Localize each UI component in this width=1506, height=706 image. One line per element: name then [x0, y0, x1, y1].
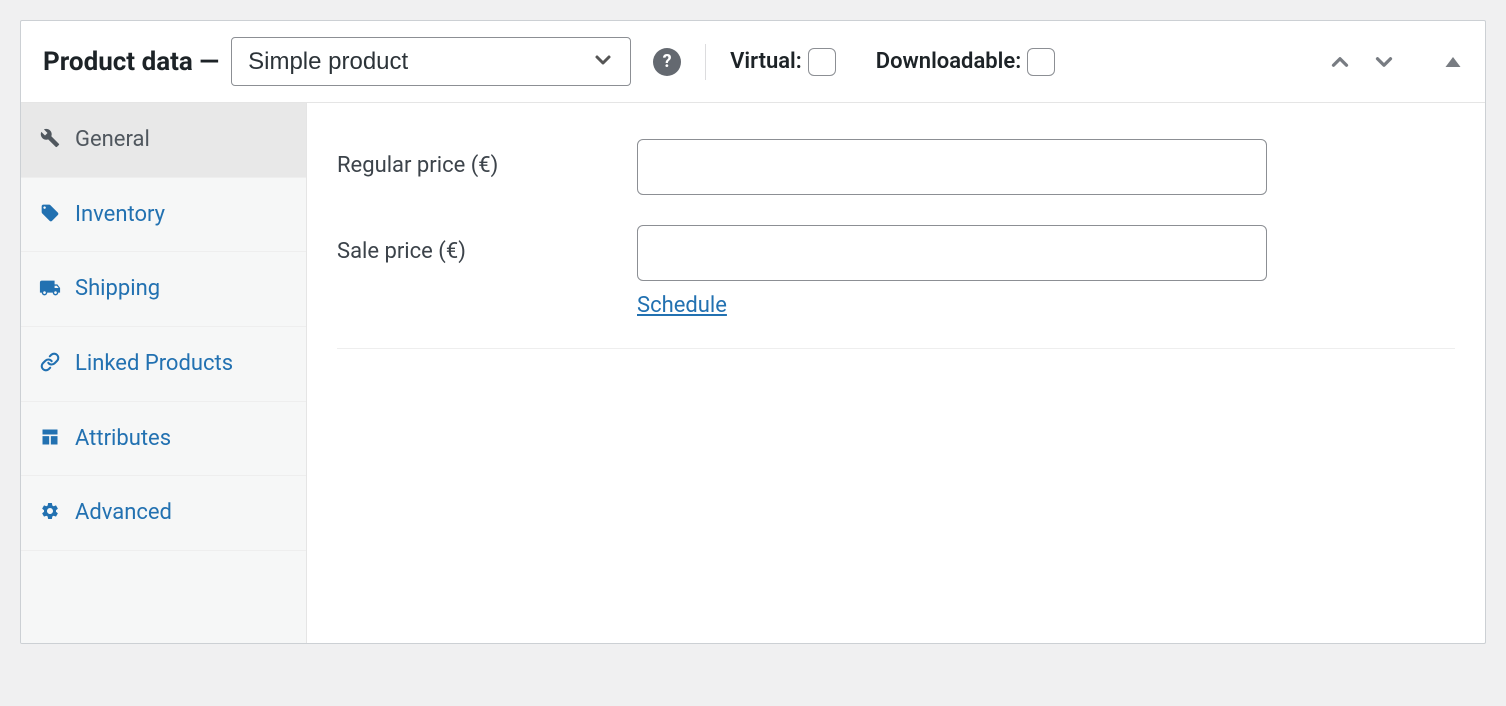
- move-down-icon[interactable]: [1371, 49, 1397, 75]
- content-separator: [337, 348, 1455, 349]
- sale-price-input[interactable]: [637, 225, 1267, 281]
- sidebar-item-linked-products[interactable]: Linked Products: [21, 326, 306, 401]
- sidebar-item-inventory[interactable]: Inventory: [21, 177, 306, 252]
- gear-icon: [39, 501, 61, 521]
- downloadable-checkbox[interactable]: [1027, 48, 1055, 76]
- truck-icon: [39, 277, 61, 299]
- wrench-icon: [39, 128, 61, 148]
- sidebar-item-label: Inventory: [75, 200, 288, 230]
- panel-header: Product data — Simple product ? Virtual:…: [21, 21, 1485, 103]
- panel-title: Product data —: [43, 47, 219, 77]
- sidebar-item-label: Attributes: [75, 424, 288, 454]
- layout-icon: [39, 427, 61, 447]
- downloadable-checkbox-label[interactable]: Downloadable:: [876, 48, 1055, 76]
- panel-controls: [1327, 49, 1463, 75]
- product-type-select-wrap: Simple product: [231, 37, 631, 86]
- help-icon[interactable]: ?: [653, 48, 681, 76]
- sale-price-label: Sale price (€): [337, 225, 637, 264]
- sidebar-item-label: Advanced: [75, 498, 288, 528]
- downloadable-label: Downloadable:: [876, 49, 1021, 74]
- sidebar-item-label: General: [75, 125, 288, 155]
- regular-price-input[interactable]: [637, 139, 1267, 195]
- virtual-checkbox-label[interactable]: Virtual:: [730, 48, 836, 76]
- regular-price-label: Regular price (€): [337, 139, 637, 178]
- sidebar-item-advanced[interactable]: Advanced: [21, 475, 306, 551]
- vertical-separator: [705, 44, 706, 80]
- move-up-icon[interactable]: [1327, 49, 1353, 75]
- product-data-panel: Product data — Simple product ? Virtual:…: [20, 20, 1486, 644]
- sidebar-item-label: Shipping: [75, 274, 288, 304]
- panel-body: General Inventory Shipping Linked Produc…: [21, 103, 1485, 643]
- link-icon: [39, 352, 61, 372]
- schedule-link[interactable]: Schedule: [637, 293, 1267, 318]
- collapse-icon[interactable]: [1443, 52, 1463, 72]
- sidebar-item-attributes[interactable]: Attributes: [21, 401, 306, 476]
- virtual-checkbox[interactable]: [808, 48, 836, 76]
- tag-icon: [39, 203, 61, 223]
- sale-price-row: Sale price (€) Schedule: [337, 215, 1455, 338]
- product-type-select[interactable]: Simple product: [231, 37, 631, 86]
- virtual-label: Virtual:: [730, 49, 802, 74]
- regular-price-row: Regular price (€): [337, 129, 1455, 215]
- tab-content-general: Regular price (€) Sale price (€) Schedul…: [307, 103, 1485, 643]
- sidebar: General Inventory Shipping Linked Produc…: [21, 103, 307, 643]
- sidebar-item-label: Linked Products: [75, 349, 288, 379]
- sidebar-item-shipping[interactable]: Shipping: [21, 251, 306, 326]
- sidebar-item-general[interactable]: General: [21, 103, 306, 177]
